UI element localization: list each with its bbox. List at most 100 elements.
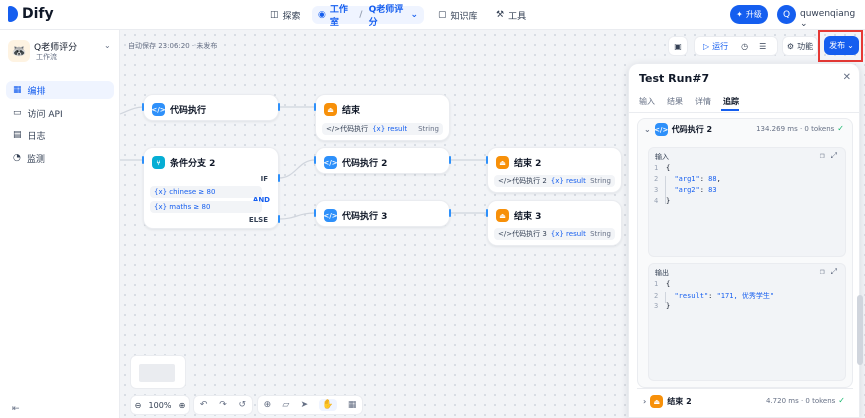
run-group: ▷ 运行 ◷ ☰ (694, 36, 778, 56)
tab-result[interactable]: 结果 (667, 96, 683, 107)
play-icon[interactable]: ▷ (703, 42, 709, 51)
sparkle-icon: ✦ (736, 10, 743, 19)
input-code-box: 输入 ❐ ⤢ 1{ 2 "arg1": 88, 3 "arg2": 83 4} (648, 147, 846, 257)
node-else-port[interactable] (278, 215, 280, 223)
node-input-port[interactable] (314, 156, 316, 164)
panel-scrollbar[interactable] (857, 295, 863, 365)
history-icon[interactable]: ↺ (239, 400, 247, 410)
chevron-down-icon: ⌄ (800, 19, 808, 29)
undo-icon[interactable]: ↶ (200, 400, 208, 410)
trace-meta: 134.269 ms · 0 tokens (756, 124, 835, 133)
trace-item[interactable]: › ⏏ 结束 2 4.720 ms · 0 tokens ✓ (637, 388, 853, 412)
app-avatar-icon: 🦝 (8, 40, 30, 62)
top-bar: Dify ◫ 探索 ◉ 工作室 / Q老师评分 ⌄ ▢ 知识库 ⚒ 工具 ✦ 升… (0, 0, 865, 30)
history-icon: ▣ (674, 41, 682, 51)
node-output-port[interactable] (278, 103, 280, 111)
nav-knowledge-label: 知识库 (450, 11, 478, 22)
output-title: 输出 (655, 269, 669, 277)
sidebar-item-api[interactable]: ▭ 访问 API (6, 104, 114, 122)
node-input-port[interactable] (314, 209, 316, 217)
collapse-sidebar-icon[interactable]: ⇤ (12, 404, 20, 414)
nav-knowledge[interactable]: ▢ 知识库 (432, 6, 484, 24)
avatar[interactable]: Q (777, 5, 796, 24)
chevron-down-icon[interactable]: ⌄ (104, 41, 111, 50)
branch-icon: ⑂ (152, 156, 165, 169)
code-icon: </> (323, 209, 338, 222)
dify-logo[interactable]: Dify (8, 6, 54, 22)
copy-icon[interactable]: ❐ (820, 151, 825, 161)
tab-trace[interactable]: 追踪 (723, 96, 739, 107)
node-output-port[interactable] (449, 209, 451, 217)
tab-detail[interactable]: 详情 (695, 96, 711, 107)
zoom-level[interactable]: 100% (149, 401, 172, 410)
sidebar-item-label: 日志 (27, 131, 46, 142)
nav-app-label[interactable]: Q老师评分 (369, 2, 407, 28)
code-icon: </> (151, 103, 166, 116)
close-icon[interactable]: ✕ (843, 72, 851, 83)
log-icon: ▤ (13, 130, 22, 140)
api-icon: ▭ (13, 108, 22, 118)
add-node-icon[interactable]: ⊕ (264, 400, 272, 410)
nav-explore-label: 探索 (282, 11, 301, 22)
logo-text: Dify (22, 6, 54, 22)
node-input-port[interactable] (142, 103, 144, 111)
success-icon: ✓ (838, 396, 845, 405)
end-icon: ⏏ (650, 395, 664, 408)
node-code-exec[interactable]: </> 代码执行 (143, 94, 279, 121)
node-title: 代码执行 2 (342, 159, 388, 169)
history-button[interactable]: ▣ (668, 36, 688, 56)
node-input-port[interactable] (314, 103, 316, 111)
chevron-updown-icon[interactable]: ⌄ (410, 10, 418, 20)
run-button[interactable]: 运行 (712, 41, 728, 52)
node-output-port[interactable] (449, 156, 451, 164)
expand-icon[interactable]: ⤢ (831, 151, 837, 161)
hand-icon[interactable]: ✋ (319, 399, 337, 411)
trace-item[interactable]: ⌄ </> 代码执行 2 134.269 ms · 0 tokens ✓ 输入 … (637, 118, 853, 388)
minimap[interactable] (130, 355, 186, 389)
feature-button[interactable]: ⚙ 功能 (782, 36, 818, 56)
expand-icon[interactable]: ⤢ (831, 267, 837, 277)
nav-studio[interactable]: ◉ 工作室 / Q老师评分 ⌄ (312, 5, 424, 28)
trace-node-title: 结束 2 (667, 397, 692, 406)
chevron-right-icon[interactable]: › (643, 397, 646, 406)
pointer-icon[interactable]: ➤ (301, 400, 309, 410)
tab-input[interactable]: 输入 (639, 96, 655, 107)
sidebar-item-label: 访问 API (27, 109, 63, 120)
zoom-in-icon[interactable]: ⊕ (179, 401, 186, 410)
sidebar-item-logs[interactable]: ▤ 日志 (6, 126, 114, 144)
studio-icon: ◉ (318, 10, 326, 20)
compass-icon: ◫ (270, 10, 279, 20)
node-code-exec-2[interactable]: </> 代码执行 2 (315, 147, 450, 174)
node-input-port[interactable] (142, 156, 144, 164)
checklist-icon[interactable]: ☰ (759, 42, 766, 51)
nav-studio-label: 工作室 (329, 5, 348, 28)
layout-icon[interactable]: ▦ (348, 400, 357, 410)
copy-icon[interactable]: ❐ (820, 267, 825, 277)
zoom-out-icon[interactable]: ⊖ (135, 401, 142, 410)
code-icon: </> (326, 125, 341, 133)
nav-tools[interactable]: ⚒ 工具 (490, 6, 532, 24)
node-code-exec-3[interactable]: </> 代码执行 3 (315, 200, 450, 227)
user-menu[interactable]: quwenqiang ⌄ (800, 9, 865, 29)
chevron-down-icon: ⌄ (847, 41, 854, 50)
upgrade-button[interactable]: ✦ 升级 (730, 5, 768, 24)
node-if-else[interactable]: ⑂ 条件分支 2 IF {x} chinese ≥ 80 AND {x} mat… (143, 147, 279, 229)
redo-icon[interactable]: ↷ (219, 400, 227, 410)
node-input-port[interactable] (486, 209, 488, 217)
node-end-3[interactable]: ⏏ 结束 3 </> 代码执行 3 {x} result String (487, 200, 622, 246)
node-title: 条件分支 2 (170, 159, 216, 169)
publish-button[interactable]: 发布 ⌄ (824, 36, 859, 55)
node-end[interactable]: ⏏ 结束 </> 代码执行 {x} result String (315, 94, 450, 141)
tool-icon: ⚒ (496, 10, 505, 20)
sidebar-item-orchestrate[interactable]: ▦ 编排 (6, 81, 114, 99)
trace-node-title: 代码执行 2 (671, 125, 713, 134)
chevron-down-icon[interactable]: ⌄ (644, 125, 651, 134)
node-input-port[interactable] (486, 156, 488, 164)
nav-explore[interactable]: ◫ 探索 (264, 6, 307, 24)
sidebar-item-monitor[interactable]: ◔ 监测 (6, 149, 114, 167)
add-note-icon[interactable]: ▱ (282, 400, 289, 410)
publish-label: 发布 (829, 41, 846, 50)
clock-icon[interactable]: ◷ (741, 42, 748, 51)
node-if-port[interactable] (278, 174, 280, 182)
node-end-2[interactable]: ⏏ 结束 2 </> 代码执行 2 {x} result String (487, 147, 622, 193)
